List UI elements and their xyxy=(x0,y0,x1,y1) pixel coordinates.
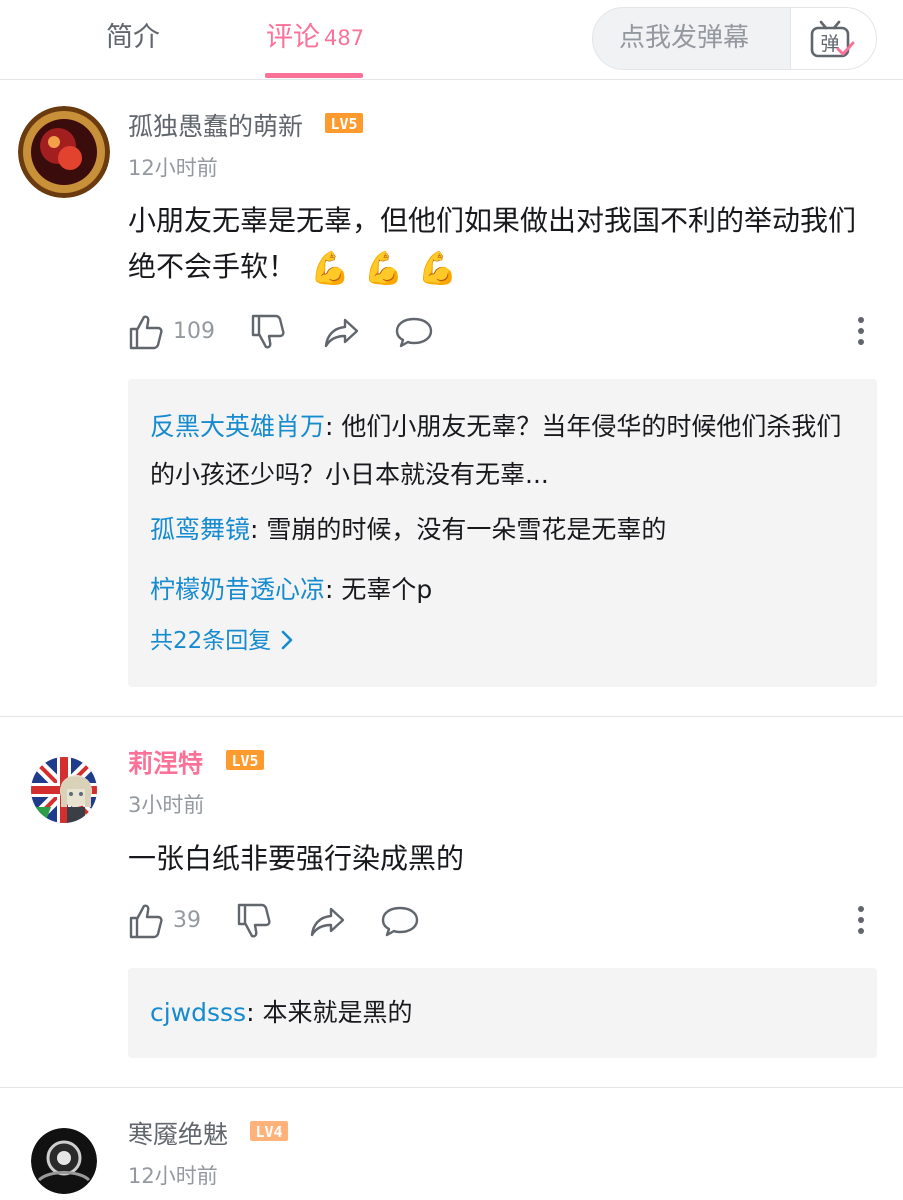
reply-colon: : xyxy=(250,515,267,544)
level-badge: LV5 xyxy=(225,745,264,779)
like-button[interactable] xyxy=(128,901,164,941)
danmaku-tv-icon: 弹 xyxy=(810,20,855,58)
level-badge: LV5 xyxy=(324,108,363,142)
comment-bubble-icon xyxy=(381,906,419,937)
svg-text:LV5: LV5 xyxy=(231,752,258,770)
view-all-replies-label: 共22条回复 xyxy=(150,628,272,654)
emoji-flexed-biceps: 💪 xyxy=(417,249,458,287)
username-text: 孤独愚蠢的萌新 xyxy=(128,112,304,141)
reply-preview-box: 反黑大英雄肖万: 他们小朋友无辜？当年侵华的时候他们杀我们的小孩还少吗？小日本就… xyxy=(128,379,877,687)
chevron-right-icon xyxy=(281,630,293,649)
comment-text: 一张白纸非要强行染成黑的 xyxy=(128,842,465,875)
danmaku-button-label: 弹 xyxy=(820,33,839,55)
avatar[interactable] xyxy=(31,1128,97,1194)
active-tab-indicator xyxy=(265,73,363,78)
tab-comments[interactable]: 评论 487 xyxy=(266,20,364,57)
tab-intro[interactable]: 简介 xyxy=(106,20,160,56)
like-count: 39 xyxy=(173,908,201,933)
reply-item[interactable]: 柠檬奶昔透心凉: 无辜个p xyxy=(150,566,850,614)
tab-comments-count: 487 xyxy=(324,26,365,50)
more-options-button[interactable] xyxy=(857,905,865,939)
more-options-button[interactable] xyxy=(857,316,865,350)
reply-colon: : xyxy=(325,575,342,604)
comment-text-body: 小朋友无辜是无辜，但他们如果做出对我国不利的举动我们绝不会手软！ xyxy=(128,204,857,283)
share-button[interactable] xyxy=(323,312,361,352)
username-text: 寒魇绝魅 xyxy=(128,1120,229,1149)
reply-username[interactable]: 孤鸾舞镜 xyxy=(150,515,250,544)
dislike-button[interactable] xyxy=(236,901,272,941)
username[interactable]: 寒魇绝魅 LV4 xyxy=(128,1118,288,1153)
comment-text: 小朋友无辜是无辜，但他们如果做出对我国不利的举动我们绝不会手软！ 💪 💪 💪 xyxy=(128,198,873,291)
level-badge: LV4 xyxy=(249,1116,288,1150)
reply-text: 本来就是黑的 xyxy=(262,998,413,1027)
reply-username[interactable]: 反黑大英雄肖万 xyxy=(150,412,325,441)
top-tab-bar: 简介 评论 487 点我发弹幕 弹 xyxy=(0,0,903,80)
comment-actions: 109 xyxy=(128,312,873,352)
reply-preview-box: cjwdsss: 本来就是黑的 xyxy=(128,968,877,1058)
avatar[interactable] xyxy=(31,757,97,823)
share-button[interactable] xyxy=(309,901,347,941)
reply-item[interactable]: cjwdsss: 本来就是黑的 xyxy=(150,989,850,1037)
svg-text:LV4: LV4 xyxy=(255,1123,282,1141)
username[interactable]: 孤独愚蠢的萌新 LV5 xyxy=(128,110,363,145)
vertical-dots-icon xyxy=(858,906,864,934)
comment-time: 12小时前 xyxy=(128,1164,218,1188)
tab-comments-label: 评论 xyxy=(266,22,320,53)
thumbs-up-icon xyxy=(129,904,163,939)
comment-item: 寒魇绝魅 LV4 12小时前 xyxy=(0,1088,903,1200)
comment-bubble-icon xyxy=(395,317,433,348)
thumbs-down-icon xyxy=(237,903,271,938)
danmaku-toggle-button[interactable]: 弹 xyxy=(790,8,876,69)
reply-colon: : xyxy=(246,998,263,1027)
reply-colon: : xyxy=(325,412,342,441)
danmaku-placeholder: 点我发弹幕 xyxy=(619,23,750,53)
avatar[interactable] xyxy=(18,106,110,198)
view-all-replies-link[interactable]: 共22条回复 xyxy=(150,626,293,656)
username-text: 莉涅特 xyxy=(128,749,204,778)
svg-text:LV5: LV5 xyxy=(330,115,357,133)
thumbs-up-icon xyxy=(129,315,163,350)
share-arrow-icon xyxy=(324,318,359,348)
thumbs-down-icon xyxy=(251,314,285,349)
comment-item: 孤独愚蠢的萌新 LV5 12小时前 小朋友无辜是无辜，但他们如果做出对我国不利的… xyxy=(0,80,903,717)
comment-time: 3小时前 xyxy=(128,793,205,817)
reply-item[interactable]: 孤鸾舞镜: 雪崩的时候，没有一朵雪花是无辜的 xyxy=(150,506,850,554)
reply-username[interactable]: 柠檬奶昔透心凉 xyxy=(150,575,325,604)
comment-time: 12小时前 xyxy=(128,156,218,180)
like-count: 109 xyxy=(173,319,215,344)
emoji-flexed-biceps: 💪 xyxy=(363,249,404,287)
share-arrow-icon xyxy=(310,907,345,937)
emoji-flexed-biceps: 💪 xyxy=(310,249,350,287)
reply-text: 雪崩的时候，没有一朵雪花是无辜的 xyxy=(266,515,667,544)
danmaku-input[interactable]: 点我发弹幕 弹 xyxy=(592,7,877,70)
reply-text: 无辜个p xyxy=(341,575,433,604)
like-button[interactable] xyxy=(128,312,164,352)
vertical-dots-icon xyxy=(858,317,864,345)
username[interactable]: 莉涅特 LV5 xyxy=(128,747,264,782)
reply-username[interactable]: cjwdsss xyxy=(150,998,246,1027)
reply-button[interactable] xyxy=(394,312,434,352)
reply-item[interactable]: 反黑大英雄肖万: 他们小朋友无辜？当年侵华的时候他们杀我们的小孩还少吗？小日本就… xyxy=(150,403,850,499)
dislike-button[interactable] xyxy=(250,312,286,352)
comment-actions: 39 xyxy=(128,901,873,941)
reply-button[interactable] xyxy=(380,901,420,941)
comment-item: 莉涅特 LV5 3小时前 一张白纸非要强行染成黑的 39 cjwdsss: 本来… xyxy=(0,717,903,1087)
